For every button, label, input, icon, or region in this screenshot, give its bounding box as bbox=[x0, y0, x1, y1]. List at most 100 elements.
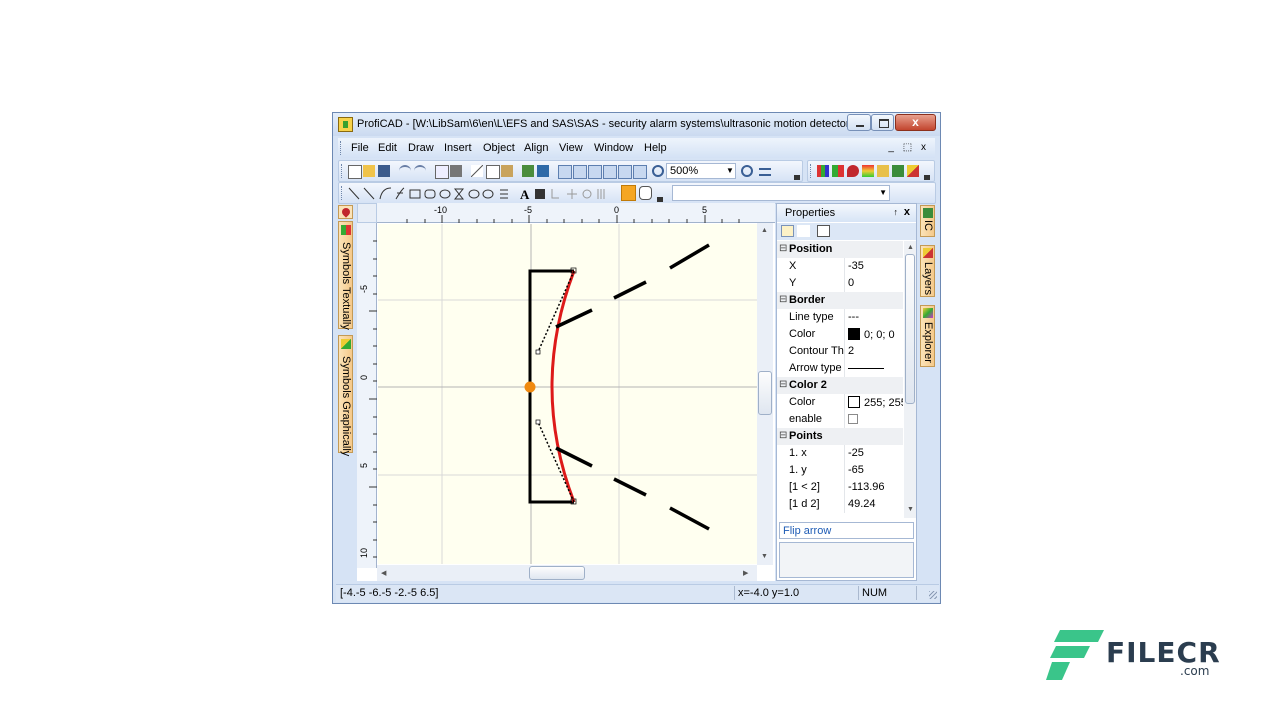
toolbar-grip[interactable] bbox=[341, 164, 344, 178]
print-icon[interactable] bbox=[450, 165, 462, 177]
property-row[interactable]: Line type --- bbox=[777, 309, 903, 326]
menu-edit[interactable]: Edit bbox=[378, 142, 397, 154]
vertical-scrollbar[interactable]: ▲ ▼ bbox=[757, 223, 773, 565]
cut-icon[interactable] bbox=[471, 165, 483, 177]
align-right-icon[interactable] bbox=[588, 165, 602, 179]
properties-scroll-up-icon[interactable]: ▲ bbox=[907, 244, 914, 251]
enable-checkbox[interactable] bbox=[848, 414, 858, 424]
flip-arrow-command[interactable]: Flip arrow bbox=[779, 522, 914, 539]
property-row[interactable]: Color 0; 0; 0 bbox=[777, 326, 903, 343]
align-top-icon[interactable] bbox=[603, 165, 617, 179]
collapse-icon[interactable]: ⊟ bbox=[779, 243, 787, 254]
combo-dropdown-icon[interactable]: ▼ bbox=[879, 186, 887, 200]
print-preview-icon[interactable] bbox=[435, 165, 449, 179]
image-icon[interactable] bbox=[522, 165, 534, 177]
property-row[interactable]: Y 0 bbox=[777, 275, 903, 292]
menu-object[interactable]: Object bbox=[483, 142, 515, 154]
property-value[interactable]: -25 bbox=[848, 447, 864, 459]
save-icon[interactable] bbox=[378, 165, 390, 177]
menu-insert[interactable]: Insert bbox=[444, 142, 472, 154]
mdi-controls[interactable]: _ ⬚ x bbox=[888, 142, 929, 153]
category-color2[interactable]: ⊟ Color 2 bbox=[777, 377, 903, 394]
favorites-icon[interactable] bbox=[847, 165, 859, 177]
alphabetical-icon[interactable] bbox=[797, 225, 810, 237]
colors-icon[interactable] bbox=[862, 165, 874, 177]
symbol-combo[interactable]: ▼ bbox=[672, 185, 890, 201]
title-bar[interactable]: ProfiCAD - [W:\LibSam\6\en\L\EFS and SAS… bbox=[333, 113, 940, 136]
property-row[interactable]: Arrow type bbox=[777, 360, 903, 377]
draw-toolbar-grip[interactable] bbox=[341, 186, 344, 200]
symbols-icon[interactable] bbox=[817, 165, 829, 177]
screen-icon[interactable] bbox=[537, 165, 549, 177]
collapse-icon[interactable]: ⊟ bbox=[779, 379, 787, 390]
properties-close-icon[interactable]: x bbox=[904, 206, 910, 218]
scroll-right-icon[interactable]: ▶ bbox=[743, 569, 748, 577]
scroll-down-icon[interactable]: ▼ bbox=[761, 553, 768, 560]
menu-window[interactable]: Window bbox=[594, 142, 633, 154]
pan-hand-icon[interactable] bbox=[639, 186, 652, 200]
pin-icon[interactable]: ↑ bbox=[894, 207, 899, 217]
menu-grip[interactable] bbox=[340, 141, 343, 155]
category-points[interactable]: ⊟ Points bbox=[777, 428, 903, 445]
tab-symbols-graphically[interactable]: Symbols Graphically bbox=[338, 335, 353, 456]
align-center-icon[interactable] bbox=[573, 165, 587, 179]
redo-icon[interactable] bbox=[414, 165, 426, 179]
color-value[interactable]: 0; 0; 0 bbox=[848, 328, 895, 341]
wizard-icon[interactable] bbox=[877, 165, 889, 177]
property-row[interactable]: 1. x -25 bbox=[777, 445, 903, 462]
toolbar-overflow-icon[interactable] bbox=[794, 175, 800, 180]
vertical-scroll-thumb[interactable] bbox=[758, 371, 772, 415]
horizontal-scrollbar[interactable]: ◀ ▶ bbox=[377, 565, 757, 581]
maximize-button[interactable] bbox=[871, 114, 894, 131]
property-row[interactable]: Color 255; 255 bbox=[777, 394, 903, 411]
zoom-in-icon[interactable] bbox=[652, 165, 664, 177]
property-row[interactable]: enable bbox=[777, 411, 903, 428]
arrow-type-preview[interactable] bbox=[848, 368, 884, 369]
property-value[interactable]: 49.24 bbox=[848, 498, 876, 510]
ic-icon[interactable] bbox=[892, 165, 904, 177]
properties-scroll-thumb[interactable] bbox=[905, 254, 915, 404]
tab-layers[interactable]: Layers bbox=[920, 245, 935, 297]
symbols-toolbar-grip[interactable] bbox=[810, 164, 813, 178]
property-row[interactable]: Contour Thi 2 bbox=[777, 343, 903, 360]
category-border[interactable]: ⊟ Border bbox=[777, 292, 903, 309]
color2-value[interactable]: 255; 255 bbox=[848, 396, 903, 409]
swap-icon[interactable] bbox=[759, 168, 771, 176]
align-bottom-icon[interactable] bbox=[633, 165, 647, 179]
new-icon[interactable] bbox=[348, 165, 362, 179]
property-value[interactable]: -35 bbox=[848, 260, 864, 272]
property-row[interactable]: [1 d 2] 49.24 bbox=[777, 496, 903, 513]
property-pages-icon[interactable] bbox=[817, 225, 830, 237]
property-value[interactable]: 0 bbox=[848, 277, 854, 289]
collapse-icon[interactable]: ⊟ bbox=[779, 430, 787, 441]
menu-help[interactable]: Help bbox=[644, 142, 667, 154]
menu-file[interactable]: File bbox=[351, 142, 369, 154]
align-left-icon[interactable] bbox=[558, 165, 572, 179]
align-middle-icon[interactable] bbox=[618, 165, 632, 179]
zoom-dropdown-icon[interactable]: ▼ bbox=[726, 163, 736, 179]
property-row[interactable]: 1. y -65 bbox=[777, 462, 903, 479]
zoom-out-icon[interactable] bbox=[741, 165, 753, 177]
tab-ic[interactable]: IC bbox=[920, 205, 935, 237]
select-arrow-icon[interactable] bbox=[621, 185, 636, 201]
copy-icon[interactable] bbox=[486, 165, 500, 179]
collapse-icon[interactable]: ⊟ bbox=[779, 294, 787, 305]
favorites-tab-icon[interactable] bbox=[338, 205, 353, 219]
tab-explorer[interactable]: Explorer bbox=[920, 305, 935, 367]
tab-symbols-textually[interactable]: Symbols Textually bbox=[338, 221, 353, 330]
properties-header[interactable]: Properties ↑ x bbox=[777, 204, 916, 222]
scroll-left-icon[interactable]: ◀ bbox=[381, 569, 386, 577]
close-button[interactable]: x bbox=[895, 114, 936, 131]
blocks-icon[interactable] bbox=[832, 165, 844, 177]
symbols-toolbar-overflow-icon[interactable] bbox=[924, 175, 930, 180]
resize-grip-icon[interactable] bbox=[929, 591, 937, 599]
horizontal-scroll-thumb[interactable] bbox=[529, 566, 585, 580]
property-row[interactable]: [1 < 2] -113.96 bbox=[777, 479, 903, 496]
draw-toolbar-overflow-icon[interactable] bbox=[657, 197, 663, 202]
scroll-up-icon[interactable]: ▲ bbox=[761, 227, 768, 234]
categorized-icon[interactable] bbox=[781, 225, 794, 237]
property-value[interactable]: --- bbox=[848, 311, 859, 323]
menu-align[interactable]: Align bbox=[524, 142, 548, 154]
property-value[interactable]: -113.96 bbox=[848, 481, 885, 493]
flip-arrow-link[interactable]: Flip arrow bbox=[783, 525, 831, 537]
